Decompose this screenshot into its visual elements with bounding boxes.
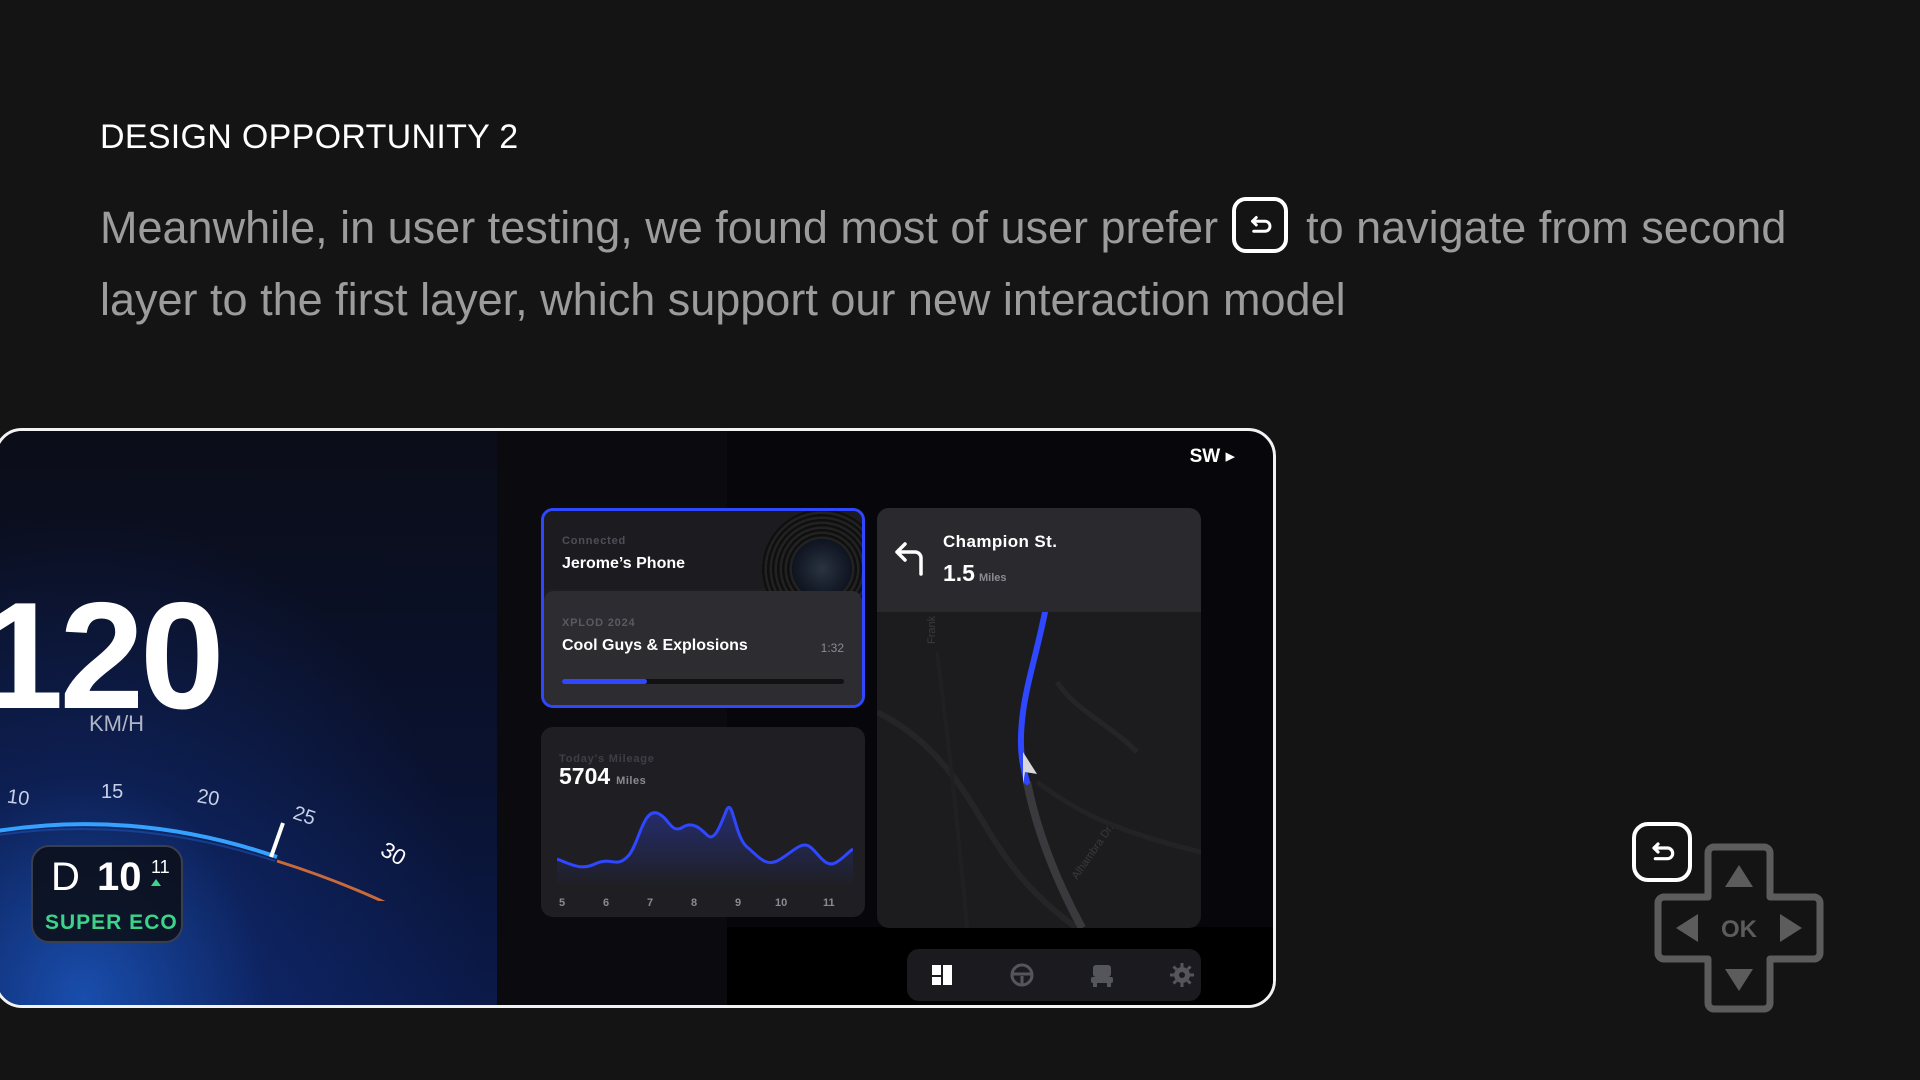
turn-instruction: Champion St. 1.5 Miles — [877, 508, 1201, 612]
right-arrow-icon[interactable] — [1780, 914, 1802, 942]
turn-left-icon — [895, 542, 923, 576]
car-dashboard: SW ▸ 120 KM/H 10 15 20 25 30 D 10 11 SUP… — [0, 428, 1276, 1008]
track-time: 1:32 — [820, 641, 844, 655]
chart-x-tick: 10 — [775, 897, 788, 909]
media-card[interactable]: Connected Jerome’s Phone XPLOD 2024 Cool… — [541, 508, 865, 708]
bottom-nav-bar — [907, 949, 1201, 1001]
map-view[interactable]: Frank Alhambra Dr. — [877, 612, 1201, 928]
chart-x-tick: 7 — [647, 897, 654, 909]
drive-mode: SUPER ECO — [45, 911, 178, 934]
device-name: Jerome’s Phone — [562, 555, 686, 572]
car-seat-icon[interactable] — [1085, 959, 1119, 991]
gear-next-value: 11 — [151, 857, 170, 877]
gear-letter: D — [51, 855, 80, 899]
connection-status: Connected — [562, 535, 627, 547]
gauge-tick: 20 — [195, 785, 222, 811]
track-progress[interactable] — [562, 679, 844, 684]
body-text-start: Meanwhile, in user testing, we found mos… — [100, 202, 1219, 253]
now-playing[interactable]: XPLOD 2024 Cool Guys & Explosions 1:32 — [544, 591, 862, 705]
mileage-value: 5704 Miles — [559, 763, 647, 789]
track-progress-fill — [562, 679, 647, 684]
street-name: Champion St. — [943, 532, 1058, 551]
steering-wheel-icon[interactable] — [1005, 959, 1039, 991]
chart-x-tick: 9 — [735, 897, 742, 909]
gear-indicator: D 10 11 SUPER ECO — [31, 845, 183, 943]
map-street-label: Alhambra Dr. — [1070, 822, 1117, 881]
direction-arrow-icon: ▸ — [1225, 446, 1235, 467]
down-arrow-icon[interactable] — [1725, 969, 1753, 991]
dashboard-icon[interactable] — [925, 959, 959, 991]
left-arrow-icon[interactable] — [1676, 914, 1698, 942]
speed-unit: KM/H — [89, 711, 144, 736]
navigation-card[interactable]: Champion St. 1.5 Miles Frank Alhambra Dr. — [877, 508, 1201, 928]
page-heading: DESIGN OPPORTUNITY 2 — [100, 118, 519, 156]
chart-x-tick: 6 — [603, 897, 610, 909]
gauge-tick: 15 — [101, 781, 124, 803]
ok-button[interactable]: OK — [1721, 916, 1758, 943]
gauge-tick: 10 — [5, 785, 31, 811]
gear-value: 10 — [97, 855, 142, 899]
directional-pad[interactable]: OK — [1654, 843, 1824, 1013]
album-name: XPLOD 2024 — [562, 617, 636, 629]
up-arrow-icon[interactable] — [1725, 865, 1753, 887]
chart-x-tick: 5 — [559, 897, 566, 909]
settings-icon[interactable] — [1165, 959, 1199, 991]
mileage-card[interactable]: Today's Mileage 5704 Miles 5 6 7 8 9 10 1… — [541, 727, 865, 917]
compass-direction: SW ▸ — [1189, 446, 1235, 467]
track-title: Cool Guys & Explosions — [562, 637, 748, 654]
chart-x-tick: 8 — [691, 897, 698, 909]
chart-x-tick: 11 — [823, 897, 835, 909]
back-icon — [1232, 197, 1289, 254]
turn-distance: 1.5 Miles — [943, 560, 1007, 586]
mileage-line-chart — [557, 805, 853, 887]
shift-up-icon — [151, 879, 161, 886]
map-street-label: Frank — [926, 615, 938, 644]
body-paragraph: Meanwhile, in user testing, we found mos… — [100, 192, 1860, 336]
